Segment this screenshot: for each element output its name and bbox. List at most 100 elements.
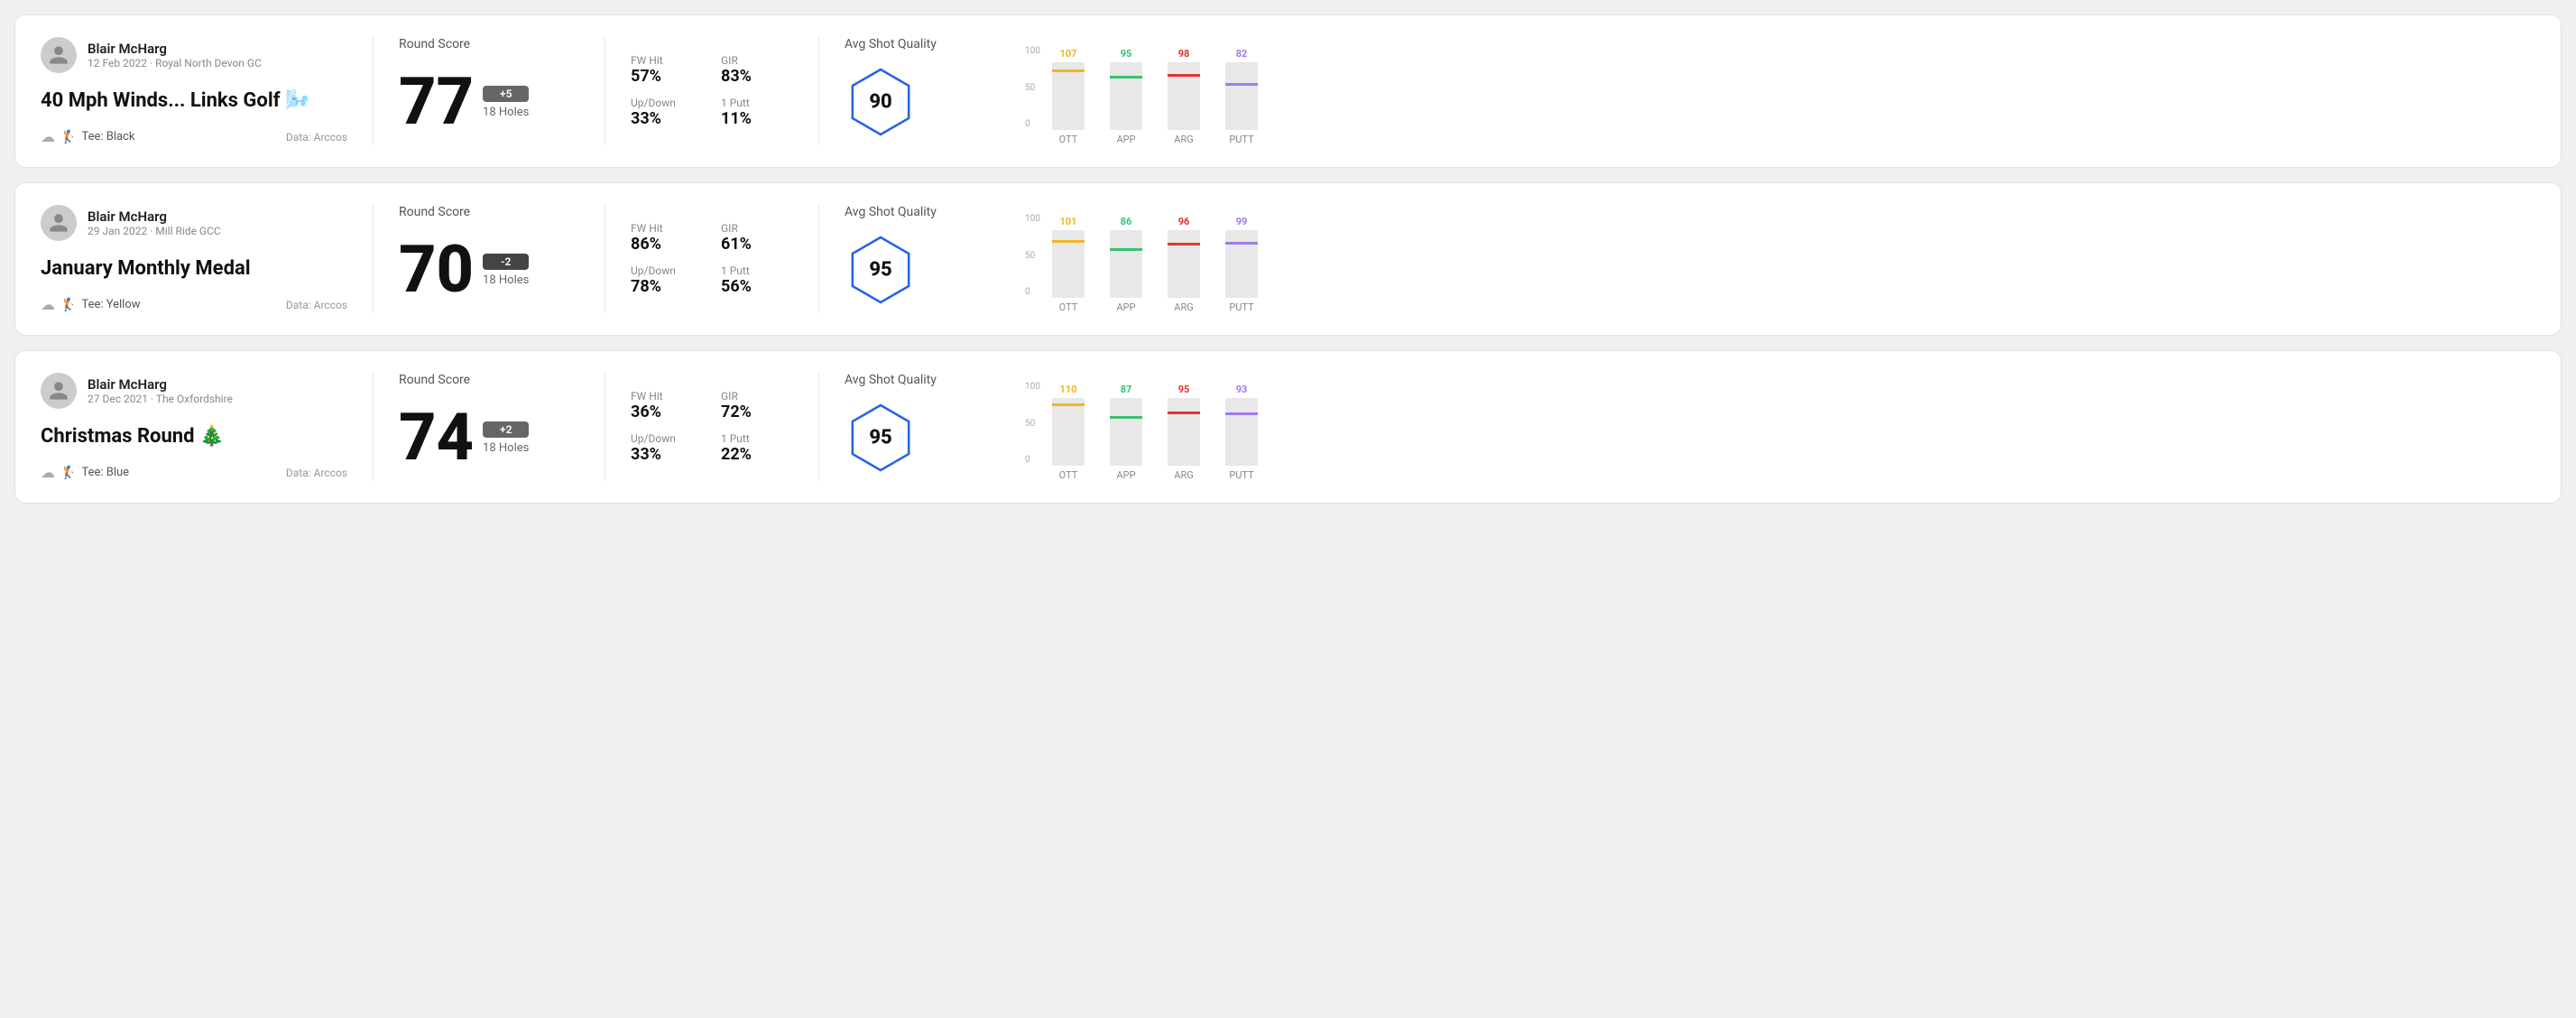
quality-content: 90 xyxy=(845,59,1025,145)
holes-text: 18 Holes xyxy=(483,441,529,455)
hexagon-score: 90 xyxy=(869,91,891,114)
tee-info: ☁🏌Tee: Yellow xyxy=(41,296,141,313)
score-main: 77+518 Holes xyxy=(399,59,579,145)
user-info: Blair McHarg27 Dec 2021 · The Oxfordshir… xyxy=(88,376,233,405)
score-label: Round Score xyxy=(399,37,579,51)
divider xyxy=(373,205,374,313)
user-info: Blair McHarg29 Jan 2022 · Mill Ride GCC xyxy=(88,208,221,237)
bar-x-label: OTT xyxy=(1059,301,1078,313)
bar-group-arg: 95ARG xyxy=(1168,398,1200,481)
card-left: Blair McHarg27 Dec 2021 · The Oxfordshir… xyxy=(41,373,347,481)
bar-group-arg: 96ARG xyxy=(1168,230,1200,313)
round-card: Blair McHarg12 Feb 2022 · Royal North De… xyxy=(14,14,2562,168)
card-footer: ☁🏌Tee: Yellow Data: Arccos xyxy=(41,296,347,313)
stats-section: FW HitGIR86%61%Up/Down1 Putt78%56% xyxy=(631,205,793,313)
bar-x-label: OTT xyxy=(1059,134,1078,145)
divider xyxy=(818,205,819,313)
quality-section: Avg Shot Quality95 xyxy=(845,205,1025,313)
bar-value-label: 95 xyxy=(1178,384,1190,395)
score-label: Round Score xyxy=(399,373,579,387)
score-main: 74+218 Holes xyxy=(399,394,579,481)
bar-x-label: OTT xyxy=(1059,469,1078,481)
score-number: 77 xyxy=(399,69,474,134)
holes-text: 18 Holes xyxy=(483,106,529,119)
score-number: 70 xyxy=(399,237,474,302)
user-row: Blair McHarg29 Jan 2022 · Mill Ride GCC xyxy=(41,205,347,241)
stat-label-gir: GIR xyxy=(721,54,793,67)
bar-value-label: 101 xyxy=(1060,216,1077,227)
stats-section: FW HitGIR36%72%Up/Down1 Putt33%22% xyxy=(631,373,793,481)
stat-label-oneputt: 1 Putt xyxy=(721,97,793,109)
tee-info: ☁🏌Tee: Black xyxy=(41,128,134,145)
bar-group-ott: 107OTT xyxy=(1052,62,1085,145)
bar-value-label: 96 xyxy=(1178,216,1190,227)
card-left: Blair McHarg29 Jan 2022 · Mill Ride GCC J… xyxy=(41,205,347,313)
score-section: Round Score 74+218 Holes xyxy=(399,373,579,481)
hexagon-score: 95 xyxy=(869,427,891,449)
tee-label: Tee: Black xyxy=(81,130,134,143)
bar-value-label: 86 xyxy=(1121,216,1132,227)
date-course: 27 Dec 2021 · The Oxfordshire xyxy=(88,393,233,405)
bag-icon: 🏌 xyxy=(60,466,76,480)
user-name: Blair McHarg xyxy=(88,41,262,57)
bar-group-arg: 98ARG xyxy=(1168,62,1200,145)
stat-value-fw-hit: 36% xyxy=(631,403,703,421)
hexagon-container: 90 xyxy=(845,66,917,138)
quality-label: Avg Shot Quality xyxy=(845,373,1025,387)
quality-content: 95 xyxy=(845,394,1025,481)
date-course: 29 Jan 2022 · Mill Ride GCC xyxy=(88,225,221,237)
stat-label-updown: Up/Down xyxy=(631,432,703,445)
stats-section: FW HitGIR57%83%Up/Down1 Putt33%11% xyxy=(631,37,793,145)
user-info: Blair McHarg12 Feb 2022 · Royal North De… xyxy=(88,41,262,69)
bar-group-app: 87APP xyxy=(1110,398,1142,481)
hexagon-container: 95 xyxy=(845,234,917,306)
quality-section: Avg Shot Quality 95 xyxy=(845,373,1025,481)
quality-label: Avg Shot Quality xyxy=(845,37,1025,51)
bar-group-ott: 110OTT xyxy=(1052,398,1085,481)
stat-label-gir: GIR xyxy=(721,222,793,235)
stat-value-gir: 61% xyxy=(721,235,793,254)
round-title: January Monthly Medal xyxy=(41,257,347,280)
hexagon-score: 95 xyxy=(869,259,891,282)
score-details: -218 Holes xyxy=(483,254,529,287)
weather-icon: ☁ xyxy=(41,296,55,313)
score-section: Round Score 77+518 Holes xyxy=(399,37,579,145)
bar-group-ott: 101OTT xyxy=(1052,230,1085,313)
score-label: Round Score xyxy=(399,205,579,219)
bar-x-label: PUTT xyxy=(1229,134,1253,145)
stat-label-updown: Up/Down xyxy=(631,97,703,109)
stat-label-fw-hit: FW Hit xyxy=(631,390,703,403)
quality-section: Avg Shot Quality 90 xyxy=(845,37,1025,145)
stat-value-oneputt: 56% xyxy=(721,277,793,296)
stat-value-fw-hit: 86% xyxy=(631,235,703,254)
stat-label-updown: Up/Down xyxy=(631,264,703,277)
data-source: Data: Arccos xyxy=(286,299,347,311)
weather-icon: ☁ xyxy=(41,128,55,145)
divider xyxy=(818,373,819,481)
round-title: 40 Mph Winds... Links Golf 🌬️ xyxy=(41,89,347,112)
bar-value-label: 93 xyxy=(1236,384,1248,395)
stat-value-gir: 72% xyxy=(721,403,793,421)
card-footer: ☁🏌Tee: BlueData: Arccos xyxy=(41,464,347,481)
stat-label-gir: GIR xyxy=(721,390,793,403)
bar-value-label: 98 xyxy=(1178,48,1190,60)
bar-x-label: ARG xyxy=(1174,469,1193,481)
bar-group-app: 95APP xyxy=(1110,62,1142,145)
bar-x-label: PUTT xyxy=(1229,301,1253,313)
stat-value-updown: 78% xyxy=(631,277,703,296)
date-course: 12 Feb 2022 · Royal North Devon GC xyxy=(88,57,262,69)
bar-x-label: APP xyxy=(1116,301,1135,313)
card-left: Blair McHarg12 Feb 2022 · Royal North De… xyxy=(41,37,347,145)
bar-value-label: 87 xyxy=(1121,384,1132,395)
holes-text: 18 Holes xyxy=(483,273,529,287)
bar-chart-container: 100500107OTT95APP98ARG82PUTT xyxy=(1025,37,2535,145)
bar-group-app: 86APP xyxy=(1110,230,1142,313)
tee-label: Tee: Yellow xyxy=(81,298,140,311)
bar-x-label: ARG xyxy=(1174,134,1193,145)
round-card: Blair McHarg29 Jan 2022 · Mill Ride GCC J… xyxy=(14,182,2562,336)
divider xyxy=(818,37,819,145)
stat-value-gir: 83% xyxy=(721,67,793,86)
stat-label-oneputt: 1 Putt xyxy=(721,264,793,277)
hexagon-container: 95 xyxy=(845,402,917,474)
bar-x-label: APP xyxy=(1116,469,1135,481)
